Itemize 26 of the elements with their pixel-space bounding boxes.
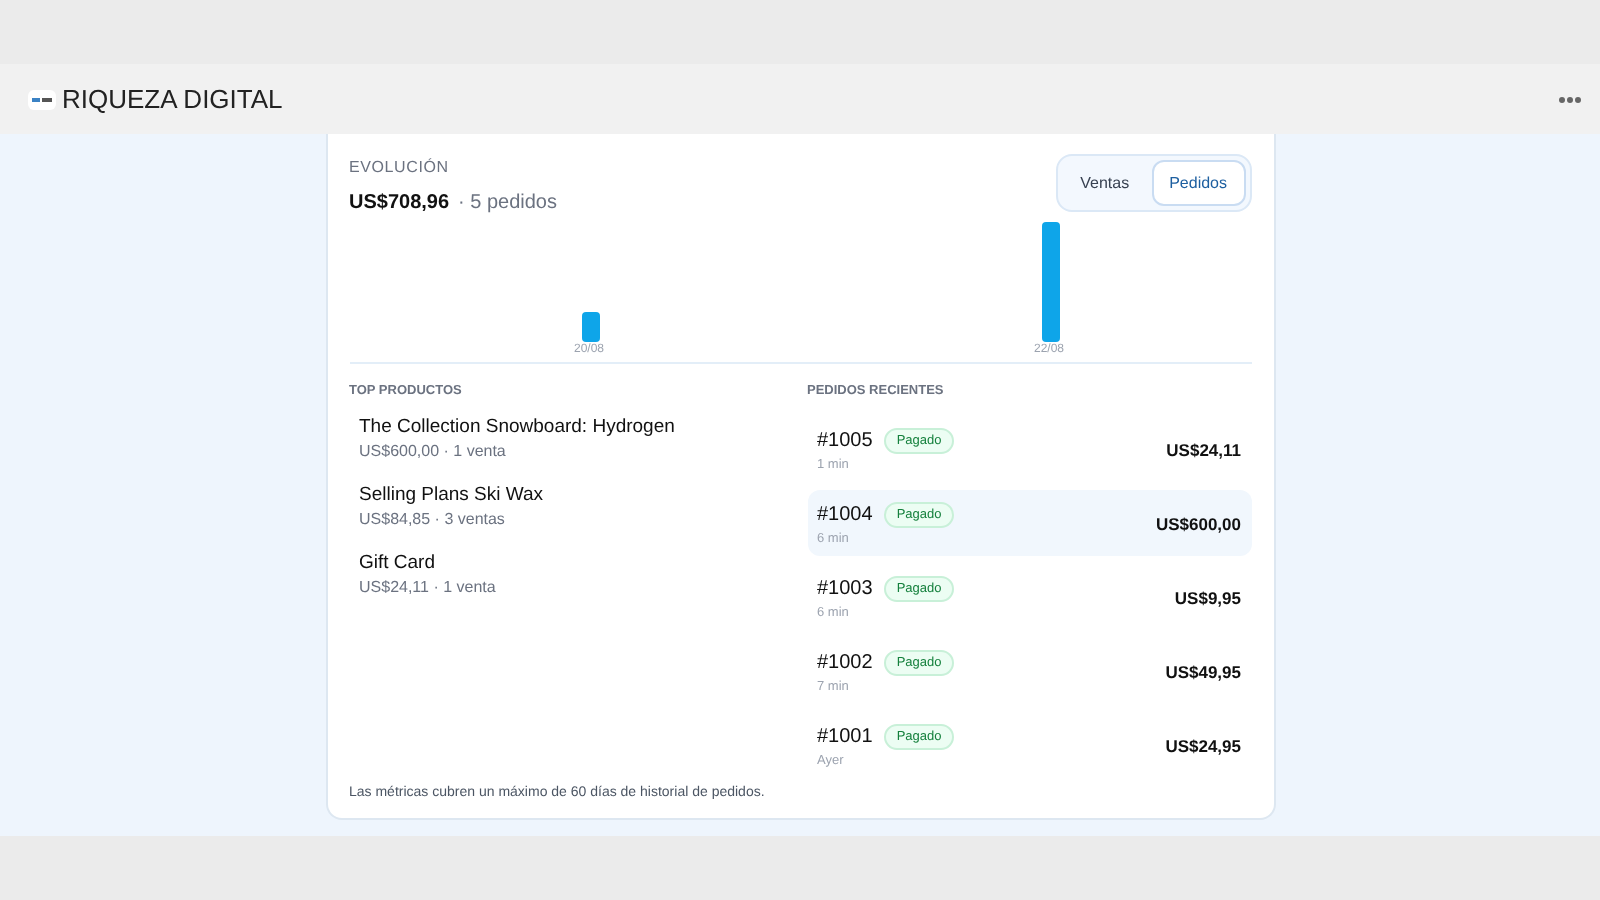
- toggle-tab[interactable]: Pedidos: [1151, 160, 1245, 206]
- order-number: #1005: [817, 429, 873, 451]
- order-number: #1004: [817, 503, 873, 525]
- toggle-tab[interactable]: Ventas: [1062, 160, 1148, 206]
- product-name: Selling Plans Ski Wax: [359, 484, 546, 506]
- order-amount: US$24,11: [1166, 439, 1241, 459]
- product-detail: US$24,11 · 1 venta: [359, 578, 498, 596]
- total-amount: US$708,96: [349, 192, 450, 214]
- product-detail: US$84,85 · 3 ventas: [359, 510, 507, 528]
- order-number: #1002: [817, 651, 873, 673]
- product-name: Gift Card: [359, 552, 438, 574]
- section-label: EVOLUCIÓN: [349, 158, 451, 176]
- order-amount: US$24,95: [1165, 735, 1241, 755]
- logo-icon: [28, 89, 56, 109]
- app-title: RIQUEZA DIGITAL: [62, 84, 283, 114]
- chart-bar: [1041, 222, 1059, 342]
- order-amount: US$9,95: [1174, 587, 1241, 607]
- product-detail: US$600,00 · 1 venta: [359, 442, 508, 460]
- order-count: · 5 pedidos: [458, 192, 557, 214]
- product-name: The Collection Snowboard: Hydrogen: [359, 416, 677, 438]
- chart-bar: [581, 312, 599, 342]
- more-icon[interactable]: [1558, 95, 1582, 103]
- order-amount: US$600,00: [1155, 513, 1241, 533]
- order-amount: US$49,95: [1165, 661, 1241, 681]
- order-number: #1001: [817, 725, 873, 747]
- order-number: #1003: [817, 577, 873, 599]
